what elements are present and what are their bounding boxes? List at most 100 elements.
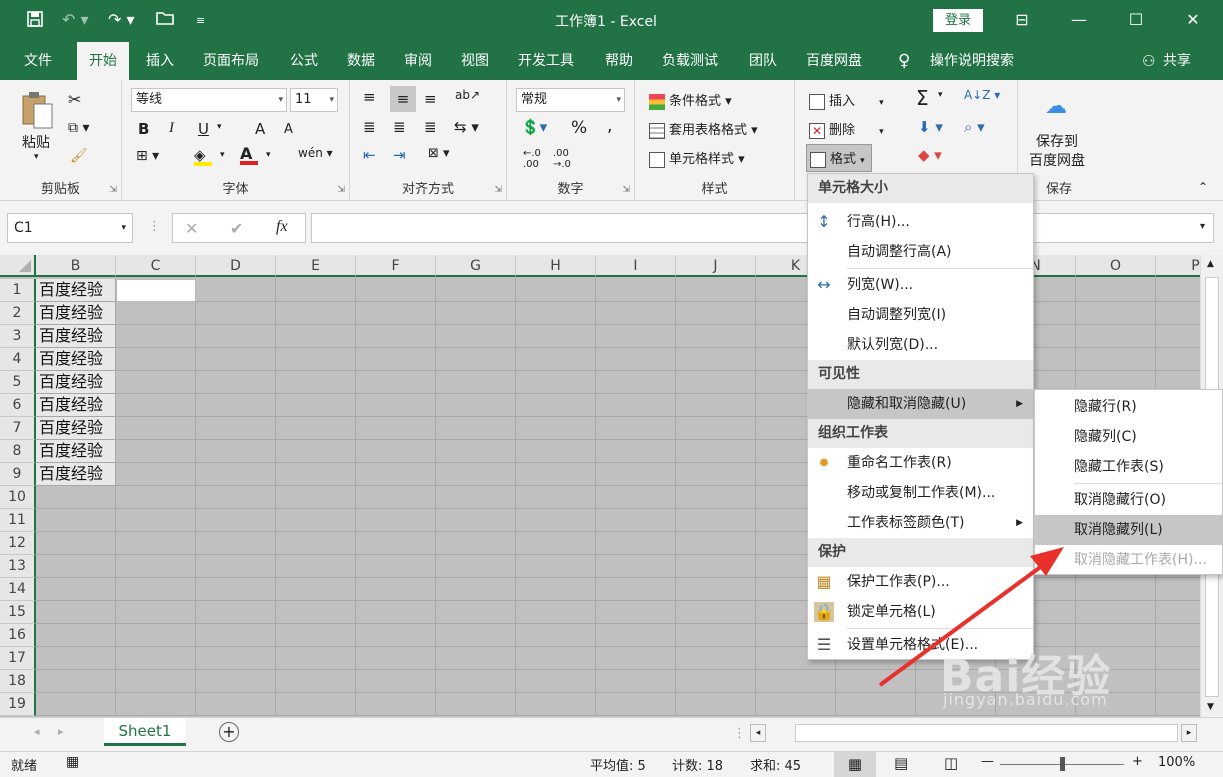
maximize-button[interactable]: ☐ (1121, 8, 1151, 32)
enter-icon[interactable]: ✔ (230, 219, 243, 238)
decrease-indent-icon[interactable]: ⇤ (363, 146, 376, 164)
name-box[interactable]: C1 ▾ (7, 213, 133, 243)
cell-l18[interactable] (836, 670, 916, 693)
cell-f7[interactable] (356, 417, 436, 440)
cell-o15[interactable] (1076, 601, 1156, 624)
zoom-level[interactable]: 100% (1158, 755, 1195, 770)
font-color-icon[interactable]: A (240, 144, 258, 165)
cell-e15[interactable] (276, 601, 356, 624)
cell-i15[interactable] (596, 601, 676, 624)
zoom-slider-thumb[interactable] (1060, 757, 1065, 771)
underline-button[interactable]: U (198, 120, 209, 138)
format-painter-icon[interactable]: 🖌 (70, 148, 88, 164)
cell-g1[interactable] (436, 279, 516, 302)
menu-protect-sheet[interactable]: ▦ 保护工作表(P)... (808, 567, 1033, 597)
cell-e16[interactable] (276, 624, 356, 647)
cell-f14[interactable] (356, 578, 436, 601)
minimize-button[interactable]: — (1064, 8, 1094, 32)
cell-p1[interactable] (1156, 279, 1200, 302)
submenu-hide-rows[interactable]: 隐藏行(R) (1035, 392, 1222, 422)
number-format-combo[interactable]: 常规 ▾ (516, 88, 625, 112)
column-header-i[interactable]: I (596, 255, 676, 277)
cell-g11[interactable] (436, 509, 516, 532)
cell-d7[interactable] (196, 417, 276, 440)
cell-c9[interactable] (116, 463, 196, 486)
row-header-18[interactable]: 18 (0, 670, 36, 693)
tab-file[interactable]: 文件 (24, 42, 52, 80)
save-to-baidu-line2[interactable]: 百度网盘 (1029, 150, 1085, 170)
conditional-formatting-button[interactable]: 条件格式 ▾ (649, 90, 732, 110)
cell-i13[interactable] (596, 555, 676, 578)
cell-f15[interactable] (356, 601, 436, 624)
merge-center-icon[interactable]: ⊠ ▾ (428, 146, 450, 161)
cell-i6[interactable] (596, 394, 676, 417)
cell-d8[interactable] (196, 440, 276, 463)
cell-f4[interactable] (356, 348, 436, 371)
cell-h19[interactable] (516, 693, 596, 716)
fill-icon[interactable]: ⬇ ▾ (918, 118, 943, 136)
menu-hide-unhide[interactable]: 隐藏和取消隐藏(U) ▶ (808, 389, 1033, 419)
cell-j12[interactable] (676, 532, 756, 555)
zoom-in-button[interactable]: + (1132, 754, 1143, 769)
cell-g18[interactable] (436, 670, 516, 693)
chevron-down-icon[interactable]: ▾ (220, 150, 225, 160)
cell-d11[interactable] (196, 509, 276, 532)
row-header-14[interactable]: 14 (0, 578, 36, 601)
submenu-hide-cols[interactable]: 隐藏列(C) (1035, 422, 1222, 452)
cell-e2[interactable] (276, 302, 356, 325)
cell-h1[interactable] (516, 279, 596, 302)
menu-rename-sheet[interactable]: ● 重命名工作表(R) (808, 448, 1033, 478)
dialog-launcher-icon[interactable]: ⇲ (337, 185, 345, 195)
bold-button[interactable]: B (138, 120, 149, 138)
cell-b18[interactable] (36, 670, 116, 693)
cell-j8[interactable] (676, 440, 756, 463)
font-size-combo[interactable]: 11 ▾ (290, 88, 338, 112)
cell-j7[interactable] (676, 417, 756, 440)
tab-data[interactable]: 数据 (347, 42, 375, 80)
cell-g4[interactable] (436, 348, 516, 371)
row-header-5[interactable]: 5 (0, 371, 36, 394)
cell-j18[interactable] (676, 670, 756, 693)
page-layout-view-icon[interactable]: ▤ (894, 754, 908, 772)
insert-function-icon[interactable]: fx (276, 218, 288, 236)
cell-h13[interactable] (516, 555, 596, 578)
cell-c7[interactable] (116, 417, 196, 440)
cell-j13[interactable] (676, 555, 756, 578)
tab-developer[interactable]: 开发工具 (518, 42, 574, 80)
chevron-down-icon[interactable]: ▾ (938, 90, 943, 100)
menu-tab-color[interactable]: 工作表标签颜色(T) ▶ (808, 508, 1033, 538)
menu-col-width[interactable]: ↔ 列宽(W)... (808, 270, 1033, 300)
menu-lock-cell[interactable]: 🔒 锁定单元格(L) (808, 597, 1033, 627)
tab-team[interactable]: 团队 (749, 42, 777, 80)
cell-e7[interactable] (276, 417, 356, 440)
cell-e13[interactable] (276, 555, 356, 578)
submenu-hide-sheet[interactable]: 隐藏工作表(S) (1035, 452, 1222, 482)
cell-i8[interactable] (596, 440, 676, 463)
align-top-icon[interactable]: ≡ (363, 88, 376, 106)
cancel-icon[interactable]: ✕ (185, 219, 198, 238)
cell-b15[interactable] (36, 601, 116, 624)
decrease-decimal-icon[interactable]: .00 →.0 (553, 148, 571, 170)
select-all-corner[interactable] (0, 255, 36, 277)
grow-font-button[interactable]: A (255, 120, 265, 138)
save-icon[interactable] (26, 10, 44, 32)
cell-d2[interactable] (196, 302, 276, 325)
cell-h7[interactable] (516, 417, 596, 440)
cell-b11[interactable] (36, 509, 116, 532)
tab-page-layout[interactable]: 页面布局 (203, 42, 259, 80)
cell-d17[interactable] (196, 647, 276, 670)
copy-icon[interactable]: ⧉ ▾ (68, 120, 89, 136)
zoom-out-button[interactable]: — (981, 754, 994, 769)
cell-e5[interactable] (276, 371, 356, 394)
cell-d3[interactable] (196, 325, 276, 348)
cell-b3[interactable]: 百度经验 (36, 325, 116, 348)
open-icon[interactable] (156, 10, 176, 30)
cell-e14[interactable] (276, 578, 356, 601)
cell-j10[interactable] (676, 486, 756, 509)
cell-h6[interactable] (516, 394, 596, 417)
cell-o3[interactable] (1076, 325, 1156, 348)
cell-g19[interactable] (436, 693, 516, 716)
cell-j14[interactable] (676, 578, 756, 601)
cell-f12[interactable] (356, 532, 436, 555)
comma-button[interactable]: , (607, 116, 612, 136)
